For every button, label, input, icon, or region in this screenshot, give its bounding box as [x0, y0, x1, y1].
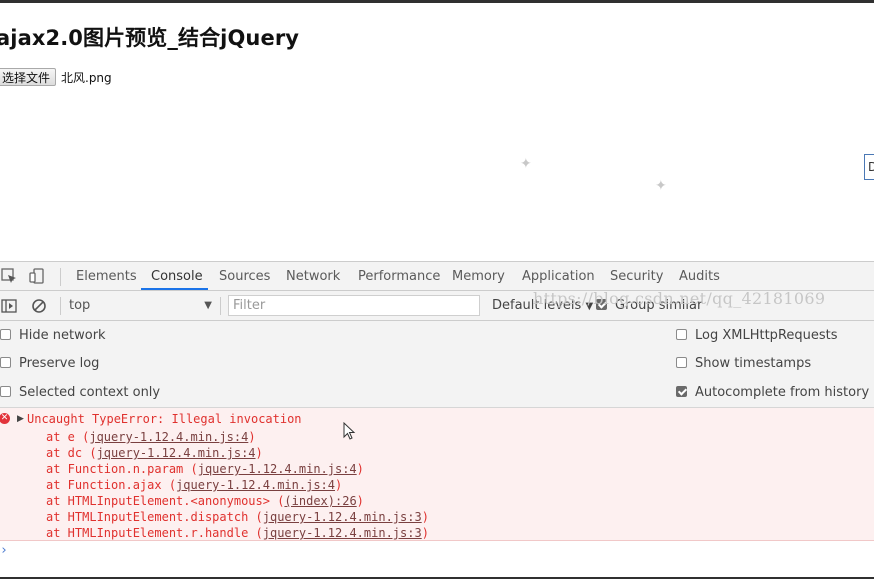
tab-elements[interactable]: Elements	[76, 262, 137, 291]
show-timestamps-option[interactable]: Show timestamps	[676, 355, 811, 373]
log-xhr-label: Log XMLHttpRequests	[695, 328, 838, 343]
autocomplete-option[interactable]: Autocomplete from history	[676, 384, 869, 402]
stack-frame-source-link[interactable]: (index):26	[284, 494, 356, 508]
edge-element-fragment: D	[864, 154, 874, 180]
toolbar-divider	[60, 297, 61, 315]
stack-frame: at HTMLInputElement.<anonymous> ((index)…	[46, 493, 364, 509]
stack-frame-close: )	[421, 526, 429, 540]
preserve-log-option[interactable]: Preserve log	[0, 355, 99, 373]
console-input[interactable]	[14, 543, 518, 563]
stack-frame-close: )	[248, 430, 256, 444]
show-sidebar-icon[interactable]	[1, 298, 17, 314]
autocomplete-label: Autocomplete from history	[695, 385, 870, 400]
stack-frame-source-link[interactable]: jquery-1.12.4.min.js:4	[176, 478, 335, 492]
hide-network-label: Hide network	[19, 328, 106, 343]
show-timestamps-checkbox[interactable]	[676, 357, 687, 368]
sparkle-icon: ✦	[655, 178, 667, 194]
dropdown-caret-icon: ▼	[204, 300, 212, 311]
stack-frame-close: )	[356, 494, 364, 508]
clear-console-icon[interactable]	[31, 298, 47, 314]
stack-frame: at Function.ajax (jquery-1.12.4.min.js:4…	[46, 477, 342, 493]
error-text: Uncaught TypeError: Illegal invocation	[27, 412, 302, 426]
toolbar-divider	[220, 297, 221, 315]
stack-frame-close: )	[255, 446, 263, 460]
tab-application[interactable]: Application	[522, 262, 595, 291]
stack-frame-function: at e (	[46, 430, 90, 444]
selected-context-only-option[interactable]: Selected context only	[0, 384, 160, 402]
preserve-log-checkbox[interactable]	[0, 357, 11, 368]
stack-frame-source-link[interactable]: jquery-1.12.4.min.js:4	[97, 446, 256, 460]
hide-network-option[interactable]: Hide network	[0, 327, 106, 345]
selected-context-only-checkbox[interactable]	[0, 386, 11, 397]
context-selector-value: top	[69, 298, 91, 313]
tab-performance[interactable]: Performance	[358, 262, 440, 291]
show-timestamps-label: Show timestamps	[695, 356, 812, 371]
active-tab-indicator	[141, 288, 208, 290]
console-error-message: ✕ ▶ Uncaught TypeError: Illegal invocati…	[0, 408, 874, 541]
prompt-chevron-icon: ›	[0, 543, 8, 558]
stack-frame-function: at Function.ajax (	[46, 478, 177, 492]
hide-network-checkbox[interactable]	[0, 329, 11, 340]
watermark-url: https://blog.csdn.net/qq_42181069	[533, 289, 826, 308]
choose-file-button[interactable]: 选择文件	[0, 68, 57, 86]
stack-frame-close: )	[335, 478, 343, 492]
console-filter-input[interactable]	[228, 295, 480, 316]
devtools-panel: Elements Console Sources Network Perform…	[0, 261, 874, 577]
log-xhr-checkbox[interactable]	[676, 329, 687, 340]
expand-triangle-icon[interactable]: ▶	[17, 414, 24, 424]
stack-frame: at HTMLInputElement.r.handle (jquery-1.1…	[46, 525, 429, 541]
devtools-tabbar: Elements Console Sources Network Perform…	[0, 261, 874, 291]
mouse-cursor-icon	[343, 422, 356, 440]
autocomplete-checkbox[interactable]	[676, 386, 687, 397]
stack-frame-close: )	[356, 462, 364, 476]
stack-frame-source-link[interactable]: jquery-1.12.4.min.js:3	[263, 526, 422, 540]
stack-frame-function: at dc (	[46, 446, 97, 460]
tabbar-divider	[60, 268, 61, 286]
tab-network[interactable]: Network	[286, 262, 340, 291]
stack-frame: at HTMLInputElement.dispatch (jquery-1.1…	[46, 509, 429, 525]
stack-frame-function: at Function.n.param (	[46, 462, 198, 476]
tab-security[interactable]: Security	[610, 262, 663, 291]
stack-frame-source-link[interactable]: jquery-1.12.4.min.js:4	[198, 462, 357, 476]
stack-frame-function: at HTMLInputElement.<anonymous> (	[46, 494, 285, 508]
stack-frame-function: at HTMLInputElement.r.handle (	[46, 526, 263, 540]
tab-sources[interactable]: Sources	[219, 262, 270, 291]
selected-context-only-label: Selected context only	[19, 385, 161, 400]
page-viewport: ajax2.0图片预览_结合jQuery 选择文件 北风.png ✦ ✦ D	[0, 3, 874, 261]
tab-console[interactable]: Console	[151, 262, 203, 291]
log-xhr-option[interactable]: Log XMLHttpRequests	[676, 327, 838, 345]
context-selector[interactable]: top ▼	[69, 297, 214, 315]
stack-frame-source-link[interactable]: jquery-1.12.4.min.js:4	[89, 430, 248, 444]
error-icon: ✕	[0, 413, 10, 424]
stack-frame: at dc (jquery-1.12.4.min.js:4)	[46, 445, 263, 461]
stack-frame-close: )	[421, 510, 429, 524]
stack-frame-source-link[interactable]: jquery-1.12.4.min.js:3	[263, 510, 422, 524]
preserve-log-label: Preserve log	[19, 356, 100, 371]
tab-audits[interactable]: Audits	[679, 262, 720, 291]
console-settings-pane: Hide network Preserve log Selected conte…	[0, 321, 874, 408]
stack-frame: at e (jquery-1.12.4.min.js:4)	[46, 429, 256, 445]
page-title: ajax2.0图片预览_结合jQuery	[0, 26, 300, 50]
stack-frame-function: at HTMLInputElement.dispatch (	[46, 510, 263, 524]
stack-frame: at Function.n.param (jquery-1.12.4.min.j…	[46, 461, 364, 477]
console-prompt-row: ›	[0, 541, 874, 577]
tab-memory[interactable]: Memory	[452, 262, 505, 291]
inspect-element-icon[interactable]	[1, 268, 17, 284]
selected-file-name: 北风.png	[61, 71, 112, 85]
sparkle-icon: ✦	[520, 156, 532, 172]
device-toolbar-icon[interactable]	[29, 268, 45, 284]
